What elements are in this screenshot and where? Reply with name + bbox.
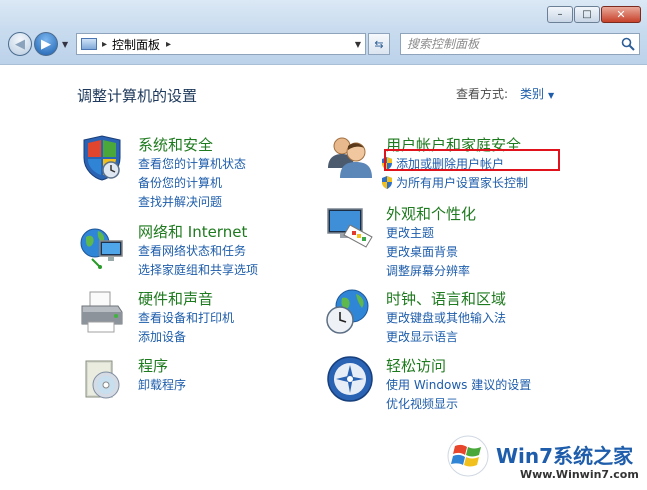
category-link[interactable]: 更改主题 bbox=[386, 224, 434, 241]
back-button[interactable]: ◀ bbox=[8, 32, 32, 56]
category-title[interactable]: 外观和个性化 bbox=[386, 203, 476, 224]
category-link[interactable]: 备份您的计算机 bbox=[138, 174, 222, 191]
category-link[interactable]: 查看您的计算机状态 bbox=[138, 155, 246, 172]
dropdown-arrow-icon[interactable]: ▼ bbox=[548, 91, 554, 100]
printer-icon[interactable] bbox=[78, 288, 126, 336]
search-icon[interactable] bbox=[621, 36, 635, 55]
view-by-dropdown[interactable]: 类别 ▼ bbox=[520, 85, 554, 102]
category-link[interactable]: 调整屏幕分辨率 bbox=[386, 262, 470, 279]
minimize-icon: – bbox=[557, 8, 563, 20]
category-title[interactable]: 系统和安全 bbox=[138, 134, 213, 155]
forward-arrow-icon: ▶ bbox=[41, 36, 51, 52]
category-link[interactable]: 优化视频显示 bbox=[386, 395, 458, 412]
close-icon: ✕ bbox=[616, 8, 626, 21]
control-panel-icon bbox=[81, 38, 97, 50]
back-arrow-icon: ◀ bbox=[15, 36, 25, 52]
ease-of-access-icon[interactable] bbox=[326, 355, 374, 403]
shield-flag-icon[interactable] bbox=[78, 134, 126, 182]
programs-disc-icon[interactable] bbox=[78, 355, 126, 403]
window-controls: – □ ✕ bbox=[546, 6, 641, 23]
address-separator[interactable]: ▸ bbox=[102, 39, 107, 50]
minimize-button[interactable]: – bbox=[547, 6, 573, 23]
category-link[interactable]: 选择家庭组和共享选项 bbox=[138, 261, 258, 278]
clock-globe-icon[interactable] bbox=[326, 288, 374, 336]
users-icon[interactable] bbox=[326, 134, 374, 182]
category-title[interactable]: 轻松访问 bbox=[386, 355, 446, 376]
category-link[interactable]: 使用 Windows 建议的设置 bbox=[386, 376, 531, 393]
uac-shield-icon bbox=[382, 176, 392, 189]
address-dropdown-icon[interactable]: ▼ bbox=[355, 40, 361, 49]
watermark-brand-suffix: 系统之家 bbox=[553, 444, 634, 468]
monitor-palette-icon[interactable] bbox=[326, 203, 374, 251]
watermark-url: Www.Winwin7.com bbox=[520, 468, 639, 481]
category-link-admin[interactable]: 为所有用户设置家长控制 bbox=[381, 174, 528, 191]
parental-controls-link[interactable]: 为所有用户设置家长控制 bbox=[396, 176, 528, 190]
breadcrumb-separator[interactable]: ▸ bbox=[166, 39, 171, 50]
windows-logo-icon bbox=[446, 434, 490, 478]
category-link[interactable]: 更改显示语言 bbox=[386, 328, 458, 345]
category-link[interactable]: 添加设备 bbox=[138, 328, 186, 345]
address-bar[interactable]: ▸ 控制面板 ▸ ▼ bbox=[76, 33, 366, 55]
forward-button[interactable]: ▶ bbox=[34, 32, 58, 56]
category-link[interactable]: 查看设备和打印机 bbox=[138, 309, 234, 326]
category-link[interactable]: 更改桌面背景 bbox=[386, 243, 458, 260]
category-link[interactable]: 查看网络状态和任务 bbox=[138, 242, 246, 259]
view-by-label: 查看方式: bbox=[456, 87, 509, 101]
refresh-button[interactable]: ⇆ bbox=[368, 33, 390, 55]
maximize-button[interactable]: □ bbox=[574, 6, 600, 23]
category-title[interactable]: 程序 bbox=[138, 355, 168, 376]
highlight-box bbox=[384, 149, 560, 171]
network-globe-icon[interactable] bbox=[78, 221, 126, 269]
category-link[interactable]: 卸载程序 bbox=[138, 376, 186, 393]
search-box[interactable] bbox=[400, 33, 640, 55]
view-by-value[interactable]: 类别 bbox=[520, 87, 544, 101]
watermark-brand-prefix: Win7 bbox=[496, 444, 554, 468]
control-panel-window: – □ ✕ ◀ ▶ ▼ ▸ 控制面板 ▸ ▼ ⇆ 调整计算机的设置 查看方式: … bbox=[0, 0, 647, 490]
page-title: 调整计算机的设置 bbox=[77, 87, 198, 105]
breadcrumb-control-panel[interactable]: 控制面板 bbox=[112, 36, 160, 53]
maximize-icon: □ bbox=[582, 8, 592, 20]
category-title[interactable]: 硬件和声音 bbox=[138, 288, 213, 309]
category-title[interactable]: 网络和 Internet bbox=[138, 221, 247, 242]
category-link[interactable]: 查找并解决问题 bbox=[138, 193, 222, 210]
watermark: Win7系统之家 Www.Winwin7.com bbox=[446, 430, 646, 490]
title-bar: – □ ✕ ◀ ▶ ▼ ▸ 控制面板 ▸ ▼ ⇆ bbox=[0, 0, 647, 65]
content-pane: 调整计算机的设置 查看方式: 类别 ▼ 系统和安全 查看您的计算机状态 备份您的计… bbox=[0, 65, 647, 490]
category-link[interactable]: 更改键盘或其他输入法 bbox=[386, 309, 506, 326]
category-title[interactable]: 时钟、语言和区域 bbox=[386, 288, 506, 309]
history-dropdown-icon[interactable]: ▼ bbox=[62, 40, 68, 49]
close-button[interactable]: ✕ bbox=[601, 6, 641, 23]
watermark-brand: Win7系统之家 bbox=[496, 440, 633, 469]
search-input[interactable] bbox=[407, 35, 607, 53]
refresh-icon: ⇆ bbox=[374, 37, 384, 51]
